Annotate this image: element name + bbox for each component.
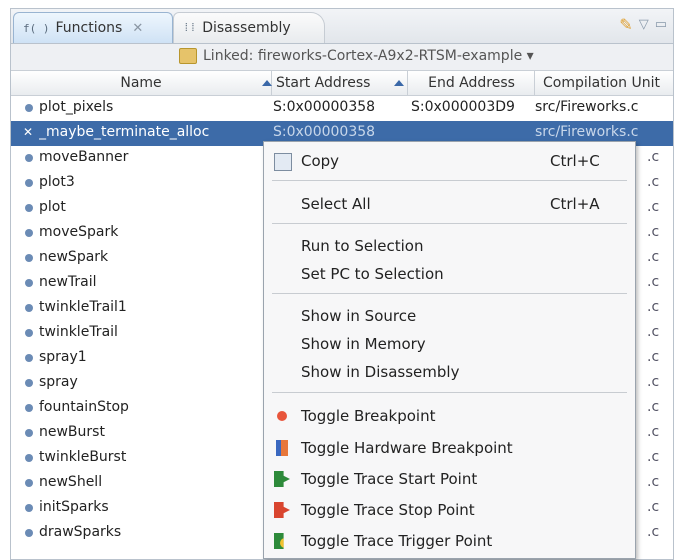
- sort-ascending-icon: [262, 80, 272, 86]
- function-icon: [25, 229, 33, 237]
- function-icon: ✕: [23, 125, 34, 139]
- tab-disassembly[interactable]: ⁞⁞ Disassembly: [173, 12, 325, 43]
- function-icon: [25, 354, 33, 362]
- column-header-name[interactable]: Name: [11, 71, 272, 95]
- function-icon: [25, 179, 33, 187]
- linked-connection-bar[interactable]: Linked: fireworks-Cortex-A9x2-RTSM-examp…: [11, 44, 673, 71]
- sort-ascending-icon: [394, 80, 404, 86]
- breakpoint-icon: [277, 411, 287, 421]
- column-header-end-address[interactable]: End Address: [409, 71, 535, 95]
- function-icon: [25, 479, 33, 487]
- table-header: Name Start Address End Address Compilati…: [11, 71, 673, 96]
- function-icon: [25, 504, 33, 512]
- minimize-icon[interactable]: ▭: [655, 17, 667, 32]
- function-icon: [25, 204, 33, 212]
- view-menu-icon[interactable]: ▽: [639, 17, 649, 32]
- trace-start-icon: [274, 471, 290, 487]
- hardware-breakpoint-icon: [276, 440, 288, 456]
- menu-separator: [272, 392, 627, 393]
- function-icon: [25, 104, 33, 112]
- menu-separator: [272, 293, 627, 294]
- close-icon[interactable]: ✕: [132, 21, 143, 36]
- functions-icon: f( ): [23, 21, 50, 35]
- menu-item-run-to-selection[interactable]: Run to Selection: [264, 233, 635, 259]
- trace-trigger-icon: [274, 533, 284, 549]
- tab-functions-label: Functions: [55, 20, 123, 36]
- menu-item-toggle-trace-trigger-point[interactable]: Toggle Trace Trigger Point: [264, 528, 635, 554]
- function-icon: [25, 429, 33, 437]
- connection-icon: [179, 48, 197, 64]
- tab-disassembly-label: Disassembly: [202, 20, 291, 36]
- function-icon: [25, 304, 33, 312]
- function-icon: [25, 379, 33, 387]
- disassembly-icon: ⁞⁞: [183, 21, 197, 34]
- menu-item-toggle-trace-stop-point[interactable]: Toggle Trace Stop Point: [264, 497, 635, 523]
- menu-item-copy[interactable]: Copy Ctrl+C: [264, 148, 635, 174]
- menu-item-show-in-source[interactable]: Show in Source: [264, 303, 635, 329]
- menu-item-show-in-memory[interactable]: Show in Memory: [264, 331, 635, 357]
- function-icon: [25, 404, 33, 412]
- menu-item-toggle-breakpoint[interactable]: Toggle Breakpoint: [264, 403, 635, 429]
- menu-item-toggle-trace-start-point[interactable]: Toggle Trace Start Point: [264, 466, 635, 492]
- column-header-compilation-unit[interactable]: Compilation Unit: [535, 71, 673, 95]
- function-icon: [25, 279, 33, 287]
- function-icon: [25, 254, 33, 262]
- view-toolbar: ✎ ▽ ▭: [619, 15, 667, 34]
- function-icon: [25, 329, 33, 337]
- function-icon: [25, 529, 33, 537]
- pin-icon[interactable]: ✎: [619, 15, 632, 34]
- menu-separator: [272, 180, 627, 181]
- function-icon: [25, 154, 33, 162]
- table-row[interactable]: plot_pixels S:0x00000358 S:0x000003D9 sr…: [11, 96, 673, 121]
- copy-icon: [274, 153, 292, 171]
- trace-stop-icon: [274, 502, 290, 518]
- column-header-start-address[interactable]: Start Address: [272, 71, 408, 95]
- context-menu: Copy Ctrl+C Select All Ctrl+A Run to Sel…: [263, 141, 636, 559]
- linked-label: Linked: fireworks-Cortex-A9x2-RTSM-examp…: [203, 48, 534, 64]
- menu-item-set-pc-to-selection[interactable]: Set PC to Selection: [264, 261, 635, 287]
- function-icon: [25, 454, 33, 462]
- menu-separator: [272, 223, 627, 224]
- menu-item-select-all[interactable]: Select All Ctrl+A: [264, 191, 635, 217]
- menu-item-toggle-hardware-breakpoint[interactable]: Toggle Hardware Breakpoint: [264, 435, 635, 461]
- tab-functions[interactable]: f( ) Functions ✕: [13, 12, 173, 43]
- menu-item-show-in-disassembly[interactable]: Show in Disassembly: [264, 359, 635, 385]
- tab-bar: f( ) Functions ✕ ⁞⁞ Disassembly ✎ ▽ ▭: [11, 9, 673, 44]
